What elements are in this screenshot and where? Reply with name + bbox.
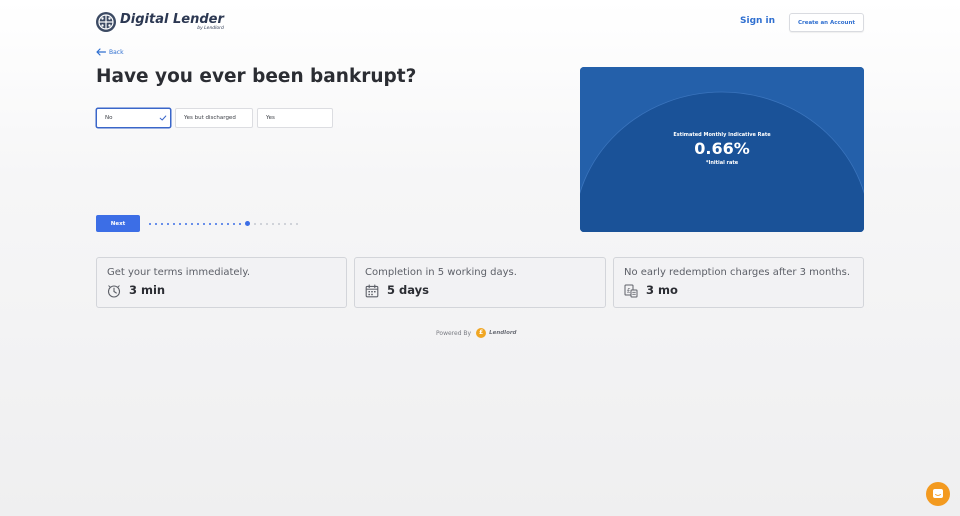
feature-card-redemption: No early redemption charges after 3 mont… [613, 257, 864, 308]
logo-mark-icon [96, 12, 116, 32]
progress-dot [185, 222, 187, 225]
progress-dot [155, 222, 157, 225]
powered-by: Powered By £ Lendlord [436, 328, 517, 338]
chat-launcher-button[interactable] [926, 482, 950, 506]
progress-indicator [149, 221, 302, 226]
svg-text:£: £ [627, 286, 631, 294]
brand-name: Digital Lender [120, 11, 224, 27]
progress-dot [296, 222, 298, 225]
feature-card-completion: Completion in 5 working days. 5 days [354, 257, 606, 308]
feature-card-terms: Get your terms immediately. 3 min [96, 257, 347, 308]
check-icon [159, 115, 167, 121]
progress-dot [233, 222, 235, 225]
powered-by-label: Powered By [436, 329, 472, 337]
progress-dot [197, 222, 199, 225]
progress-dot-current [245, 221, 250, 226]
chat-icon [933, 489, 943, 498]
feature-title: Completion in 5 working days. [365, 267, 517, 278]
progress-dot [227, 222, 229, 225]
timer-icon [107, 285, 121, 298]
back-label: Back [109, 48, 124, 56]
pound-document-icon: £ [624, 284, 638, 298]
option-no[interactable]: No [96, 108, 171, 128]
back-link[interactable]: Back [96, 48, 124, 56]
option-label: Yes [266, 115, 275, 121]
next-button[interactable]: Next [96, 215, 140, 232]
feature-title: Get your terms immediately. [107, 267, 250, 278]
progress-dot [161, 222, 163, 225]
option-yes-but-discharged[interactable]: Yes but discharged [175, 108, 253, 128]
progress-dot [179, 222, 181, 225]
option-yes[interactable]: Yes [257, 108, 333, 128]
calendar-icon [365, 284, 379, 298]
progress-dot [284, 222, 286, 225]
rate-note: *Initial rate [705, 160, 739, 166]
sign-in-link[interactable]: Sign in [740, 16, 775, 26]
progress-dot [260, 222, 262, 225]
progress-dot [221, 222, 223, 225]
progress-dot [278, 222, 280, 225]
progress-dot [149, 222, 151, 225]
progress-dot [215, 222, 217, 225]
rate-panel: Estimated Monthly Indicative Rate 0.66% … [580, 67, 864, 232]
feature-title: No early redemption charges after 3 mont… [624, 267, 851, 278]
progress-dot [254, 222, 256, 225]
option-label: No [105, 115, 113, 121]
brand-subtitle: by Lendlord [197, 25, 224, 31]
brand-logo[interactable]: Digital Lender by Lendlord [96, 12, 224, 32]
progress-dot [266, 222, 268, 225]
lendlord-logo-icon: £ [476, 328, 487, 338]
arrow-left-icon [96, 48, 106, 56]
rate-label: Estimated Monthly Indicative Rate [673, 132, 771, 138]
progress-dot [290, 222, 292, 225]
option-label: Yes but discharged [184, 115, 236, 121]
progress-dot [239, 222, 241, 225]
progress-dot [272, 222, 274, 225]
feature-value: 3 min [129, 283, 166, 297]
powered-by-brand: Lendlord [489, 330, 517, 336]
create-account-button[interactable]: Create an Account [789, 13, 864, 32]
progress-dot [173, 222, 175, 225]
rate-value: 0.66% [694, 139, 750, 158]
progress-dot [191, 222, 193, 225]
question-title: Have you ever been bankrupt? [96, 66, 417, 87]
progress-dot [203, 222, 205, 225]
progress-dot [167, 222, 169, 225]
feature-value: 3 mo [646, 283, 678, 297]
progress-dot [209, 222, 211, 225]
feature-value: 5 days [387, 283, 429, 297]
